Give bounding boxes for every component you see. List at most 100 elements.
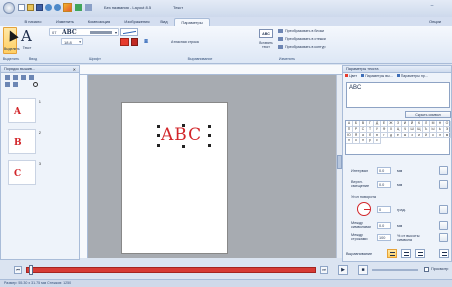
selection-handle[interactable] [157,134,160,137]
tab-parameters[interactable]: Параметры [174,18,210,26]
stitch-item-thumbnail[interactable]: B 2 [8,129,41,154]
line-spacing-apply-icon[interactable] [439,233,448,242]
convert-lines-button[interactable]: Преобразовать в стежки [278,37,326,43]
satin-stroke-label[interactable]: Атласная строка [171,40,199,44]
interval-apply-icon[interactable] [439,166,448,175]
selection-handle[interactable] [208,144,211,147]
panel-close-icon[interactable]: ✕ [73,67,76,72]
char-cell[interactable]: к [430,132,437,139]
vertical-offset-input[interactable]: 0.0 [377,181,391,188]
move-last-icon[interactable] [29,75,34,80]
tab-stitch-params[interactable]: Параметры вы... [361,74,393,78]
move-up-icon[interactable] [5,75,10,80]
char-cell[interactable]: л [437,132,444,139]
char-spacing-apply-icon[interactable] [439,221,448,230]
vertical-offset-label: Верхн. смещение [351,180,370,188]
rotation-dial[interactable] [357,202,371,216]
tab-edit[interactable]: Изменить [52,18,78,26]
quick-access-undo-icon[interactable] [45,4,52,11]
line-spacing-unit: % от высоты символа [397,234,420,242]
design-canvas[interactable]: ABC [88,75,336,258]
vertical-offset-apply-icon[interactable] [439,180,448,189]
text-parameters-title: Параметры текста [343,66,451,73]
quick-access-color-icon[interactable] [63,3,72,12]
char-spacing-input[interactable]: 0.0 [377,222,391,229]
stop-button[interactable]: ■ [358,265,368,275]
quick-access-extra-icon[interactable] [85,4,92,11]
line-spacing-input[interactable]: 100 [377,234,391,241]
char-cell[interactable]: и [416,132,423,139]
ungroup-icon[interactable] [13,82,18,87]
convert-contour-button[interactable]: Преобразовать в контур [278,45,325,51]
selection-handle[interactable] [157,125,160,128]
app-logo-icon[interactable] [3,2,15,14]
stitch-progress-track[interactable] [26,265,316,275]
char-cell[interactable]: м [444,132,451,139]
preview-checkbox[interactable] [424,267,429,272]
group-icon[interactable] [5,82,10,87]
char-cell[interactable]: з [409,132,416,139]
tab-extra-params[interactable]: Параметры пр... [396,74,428,78]
select-tool-button[interactable]: Выделить [3,27,20,54]
go-start-button[interactable]: ⏮ [14,266,22,274]
convert-block-button[interactable]: Преобразовать в блоки [278,29,324,35]
group-label-font: Шрифт [89,57,101,61]
stitch-item-thumbnail[interactable]: A 1 [8,98,41,123]
align-justify-button[interactable] [439,249,449,258]
char-cell[interactable]: п [360,138,367,145]
char-cell[interactable]: р [367,138,374,145]
insert-text-button[interactable]: ABC Вставить текст [258,28,274,54]
quick-access-new-icon[interactable] [18,4,25,11]
tab-view[interactable]: Вид [157,18,171,26]
search-icon[interactable] [33,82,38,87]
selection-handle[interactable] [182,145,185,148]
font-size-select[interactable]: 18.8 ▾ [61,38,83,45]
rotation-apply-icon[interactable] [439,205,448,214]
text-content-input[interactable]: ABC [346,82,450,108]
interval-input[interactable]: 0.0 [377,167,391,174]
char-cell[interactable]: о [353,138,360,145]
char-cell[interactable]: й [423,132,430,139]
move-first-icon[interactable] [21,75,26,80]
char-cell[interactable]: н [346,138,353,145]
outline-type-icon[interactable] [131,38,138,46]
quick-access-tool-icon[interactable] [75,4,82,11]
stitch-outline-icon[interactable] [120,28,138,36]
rotation-input[interactable]: 0 [377,206,391,213]
char-cell[interactable]: ж [402,132,409,139]
align-center-button[interactable] [401,249,411,258]
selection-handle[interactable] [208,134,211,137]
minimize-button[interactable]: – [428,4,436,10]
play-button[interactable]: ▶ [338,265,348,275]
speed-slider[interactable] [372,269,418,271]
progress-slider-handle[interactable] [29,265,33,275]
stitch-item-thumbnail[interactable]: C 3 [8,160,41,185]
font-family-select[interactable]: 07 ABC ▾ [49,28,119,36]
tab-color[interactable]: Цвет [345,74,357,78]
palette-icon [345,74,348,77]
selected-text-object[interactable]: ABC [157,124,211,148]
quick-access-redo-icon[interactable] [54,4,61,11]
satin-stroke-icon[interactable]: /\/\/\/\ [144,40,168,45]
align-right-button[interactable] [415,249,425,258]
char-cell[interactable]: д [388,132,395,139]
text-tool-button[interactable]: A Текст [19,27,35,54]
selection-handle[interactable] [157,144,160,147]
quick-access-save-icon[interactable] [36,4,43,11]
char-cell[interactable]: с [374,138,381,145]
selection-handle[interactable] [208,125,211,128]
move-down-icon[interactable] [13,75,18,80]
hide-symbols-button[interactable]: Скрыть символ [405,111,451,118]
char-cell[interactable]: е [395,132,402,139]
tab-images[interactable]: Изображения [120,18,154,26]
tab-composition[interactable]: Композиция [83,18,115,26]
char-cell[interactable]: г [381,132,388,139]
contour-icon [278,45,283,50]
fill-color-icon[interactable] [120,38,129,46]
align-left-button[interactable] [387,249,397,258]
tab-home[interactable]: В начало [20,18,46,26]
quick-access-open-icon[interactable] [27,4,34,11]
help-options[interactable]: Опции [425,18,445,26]
go-end-button[interactable]: ⏭ [320,266,328,274]
stitch-order-toolbar [3,74,79,88]
